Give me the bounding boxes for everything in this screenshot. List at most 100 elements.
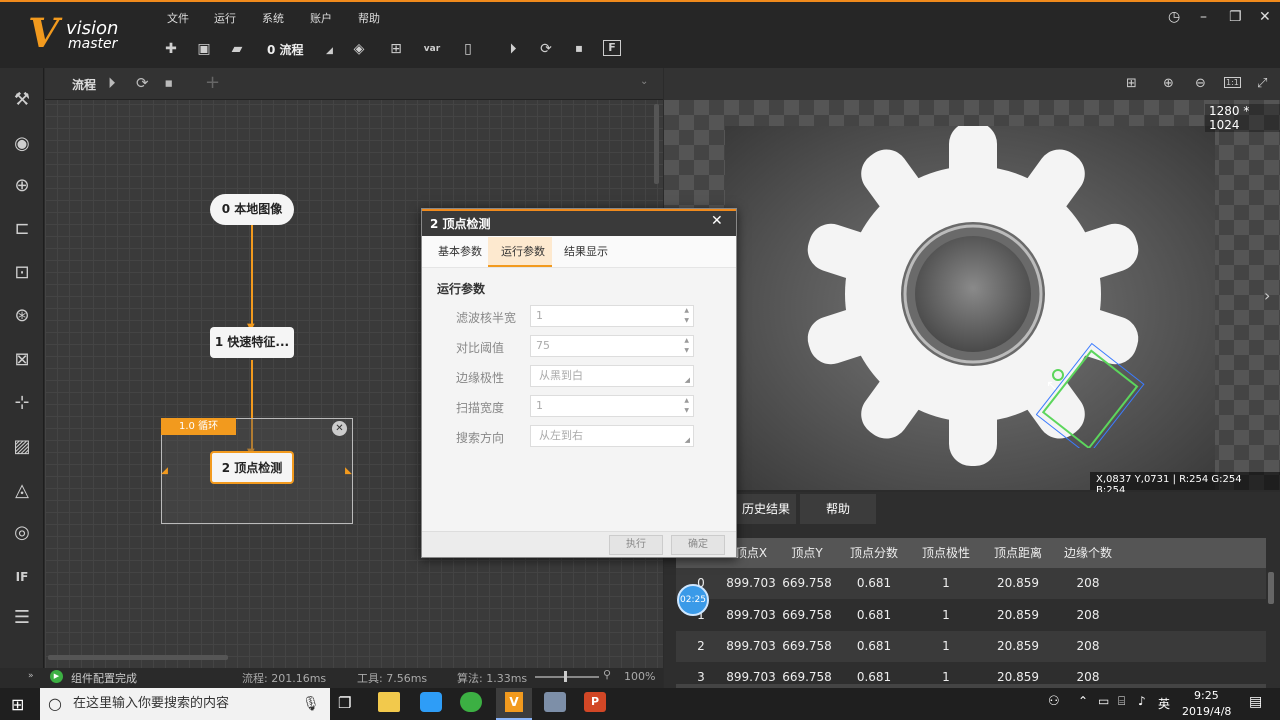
menu-account[interactable]: 账户 <box>310 10 332 26</box>
flow-run-icon[interactable]: ⏵ <box>108 74 116 92</box>
windows-start-icon[interactable]: ⊞ <box>11 695 24 714</box>
flow-v-scrollbar[interactable] <box>654 104 659 184</box>
microphone-icon[interactable]: 🎙 <box>302 688 320 720</box>
execute-button[interactable]: 执行 <box>609 535 663 555</box>
dialog-title[interactable]: 2 顶点检测 <box>422 209 736 236</box>
timer-badge[interactable]: 02:25 <box>677 584 709 616</box>
dropdown-icon[interactable]: ◢ <box>685 430 690 450</box>
ime-indicator[interactable]: 英 <box>1158 695 1170 712</box>
tab-history[interactable]: 历史结果 <box>736 494 796 524</box>
flow-loop-icon[interactable]: ⟳ <box>136 74 149 92</box>
close-icon[interactable]: ✕ <box>1259 9 1271 25</box>
clock-date[interactable]: 2019/4/8 <box>1182 705 1231 718</box>
file-explorer-icon[interactable] <box>378 692 400 712</box>
fullscreen-icon[interactable]: ⤢ <box>1257 76 1267 91</box>
powerpoint-icon[interactable]: P <box>584 692 606 712</box>
param-direction-select[interactable]: 从左到右 ◢ <box>530 425 694 447</box>
flow-node-vertex-detect[interactable]: 2 顶点检测 <box>210 451 294 484</box>
expand-icon[interactable]: » <box>28 671 34 681</box>
layers-icon[interactable]: ◈ <box>349 40 369 58</box>
zoom-slider-thumb[interactable] <box>564 671 567 682</box>
wechat-icon[interactable] <box>460 692 482 712</box>
tab-result-display[interactable]: 结果显示 <box>564 243 608 259</box>
camera-icon[interactable]: ◉ <box>8 130 36 158</box>
app-icon-gray[interactable] <box>544 692 566 712</box>
tab-help[interactable]: 帮助 <box>800 494 876 524</box>
tab-basic-params[interactable]: 基本参数 <box>438 243 482 259</box>
run-loop-icon[interactable]: ⟳ <box>536 40 556 58</box>
alignment-icon[interactable]: ⊠ <box>8 346 36 374</box>
people-icon[interactable]: ⚇ <box>1048 694 1060 709</box>
ethernet-icon[interactable]: ⌸ <box>1118 694 1125 709</box>
combine-icon[interactable]: ⊹ <box>8 389 36 417</box>
flow-node-image-source[interactable]: 0 本地图像 <box>210 194 294 225</box>
flow-h-scrollbar[interactable] <box>48 655 228 660</box>
logic-if-icon[interactable]: IF <box>8 563 36 591</box>
task-view-icon[interactable]: ❐ <box>338 694 351 712</box>
save-icon[interactable]: ▣ <box>194 40 214 58</box>
color-icon[interactable]: ◬ <box>8 477 36 505</box>
stepper-icon[interactable]: ▲ ▼ <box>684 306 689 326</box>
stepper-icon[interactable]: ▲ ▼ <box>684 396 689 416</box>
clock-time[interactable]: 9:25 <box>1194 689 1219 702</box>
notification-icon[interactable]: ▤ <box>1249 694 1262 710</box>
image-process-icon[interactable]: ▨ <box>8 433 36 461</box>
zoom-slider[interactable] <box>535 676 599 678</box>
zoom-in-icon[interactable]: ⊕ <box>1163 76 1174 91</box>
add-flow-icon[interactable]: + <box>205 72 220 93</box>
taskbar-search[interactable]: ○ 在这里输入你要搜索的内容 🎙 <box>40 688 330 720</box>
hierarchy-icon[interactable]: ⊞ <box>386 40 406 58</box>
volume-icon[interactable]: ♪ <box>1138 694 1146 708</box>
confirm-button[interactable]: 确定 <box>671 535 725 555</box>
next-image-icon[interactable]: › <box>1264 286 1270 305</box>
flow-node-feature-match[interactable]: 1 快速特征... <box>210 327 294 358</box>
run-once-icon[interactable]: ⏵ <box>503 40 523 58</box>
flow-collapse-icon[interactable]: ⌄ <box>640 76 648 87</box>
menu-help[interactable]: 帮助 <box>358 10 380 26</box>
device-icon[interactable]: ▯ <box>458 40 478 58</box>
fast-mode-icon[interactable]: F <box>603 40 621 56</box>
restore-icon[interactable]: ❐ <box>1229 9 1242 25</box>
tab-run-params[interactable]: 运行参数 <box>501 243 545 259</box>
tools-icon[interactable]: ⚒ <box>8 86 36 114</box>
open-folder-icon[interactable]: ▰ <box>227 40 247 58</box>
new-solution-icon[interactable]: ✚ <box>161 40 181 58</box>
param-filter-input[interactable]: 1 ▲ ▼ <box>530 305 694 327</box>
stepper-icon[interactable]: ▲ ▼ <box>684 336 689 356</box>
stop-icon[interactable]: ⏹ <box>569 40 589 58</box>
loop-close-icon[interactable]: ✕ <box>332 421 347 436</box>
results-v-scrollbar[interactable] <box>1268 572 1274 604</box>
flow-time: 流程: 201.16ms <box>242 672 327 685</box>
recognition-icon[interactable]: ⊡ <box>8 259 36 287</box>
actual-size-icon[interactable]: 1:1 <box>1224 77 1241 88</box>
cell: 1 <box>942 608 950 622</box>
measure-icon[interactable]: ⊏ <box>8 215 36 243</box>
cell: 669.758 <box>782 670 832 682</box>
fit-icon[interactable]: ⊞ <box>1126 76 1137 91</box>
cell: 0.681 <box>856 639 892 653</box>
minimize-icon[interactable]: – <box>1200 9 1207 25</box>
timer-icon[interactable]: ◷ <box>1168 9 1180 25</box>
app-icon-blue[interactable] <box>420 692 442 712</box>
menu-file[interactable]: 文件 <box>167 10 189 26</box>
tray-chevron-icon[interactable]: ⌃ <box>1078 694 1088 708</box>
menu-run[interactable]: 运行 <box>214 10 236 26</box>
locate-icon[interactable]: ⊕ <box>8 172 36 200</box>
zoom-out-icon[interactable]: ⊖ <box>1195 76 1206 91</box>
param-scan-width-input[interactable]: 1 ▲ ▼ <box>530 395 694 417</box>
visionmaster-taskbar-button[interactable]: V <box>496 688 532 720</box>
flow-tab-label[interactable]: 流程 <box>72 76 96 93</box>
network-icon[interactable]: ▭ <box>1098 694 1109 708</box>
dropdown-icon[interactable]: ◢ <box>685 370 690 390</box>
flow-stop-icon[interactable]: ⏹ <box>165 74 173 92</box>
calibration-icon[interactable]: ⊛ <box>8 302 36 330</box>
col-edge-count: 边缘个数 <box>1054 538 1122 568</box>
param-polarity-select[interactable]: 从黑到白 ◢ <box>530 365 694 387</box>
flow-dropdown-icon[interactable]: ◢ <box>326 46 333 56</box>
variable-icon[interactable]: var <box>422 40 442 58</box>
dialog-close-icon[interactable]: ✕ <box>711 213 723 229</box>
defect-icon[interactable]: ◎ <box>8 519 36 547</box>
communication-icon[interactable]: ☰ <box>8 604 36 632</box>
param-contrast-input[interactable]: 75 ▲ ▼ <box>530 335 694 357</box>
menu-system[interactable]: 系统 <box>262 10 284 26</box>
